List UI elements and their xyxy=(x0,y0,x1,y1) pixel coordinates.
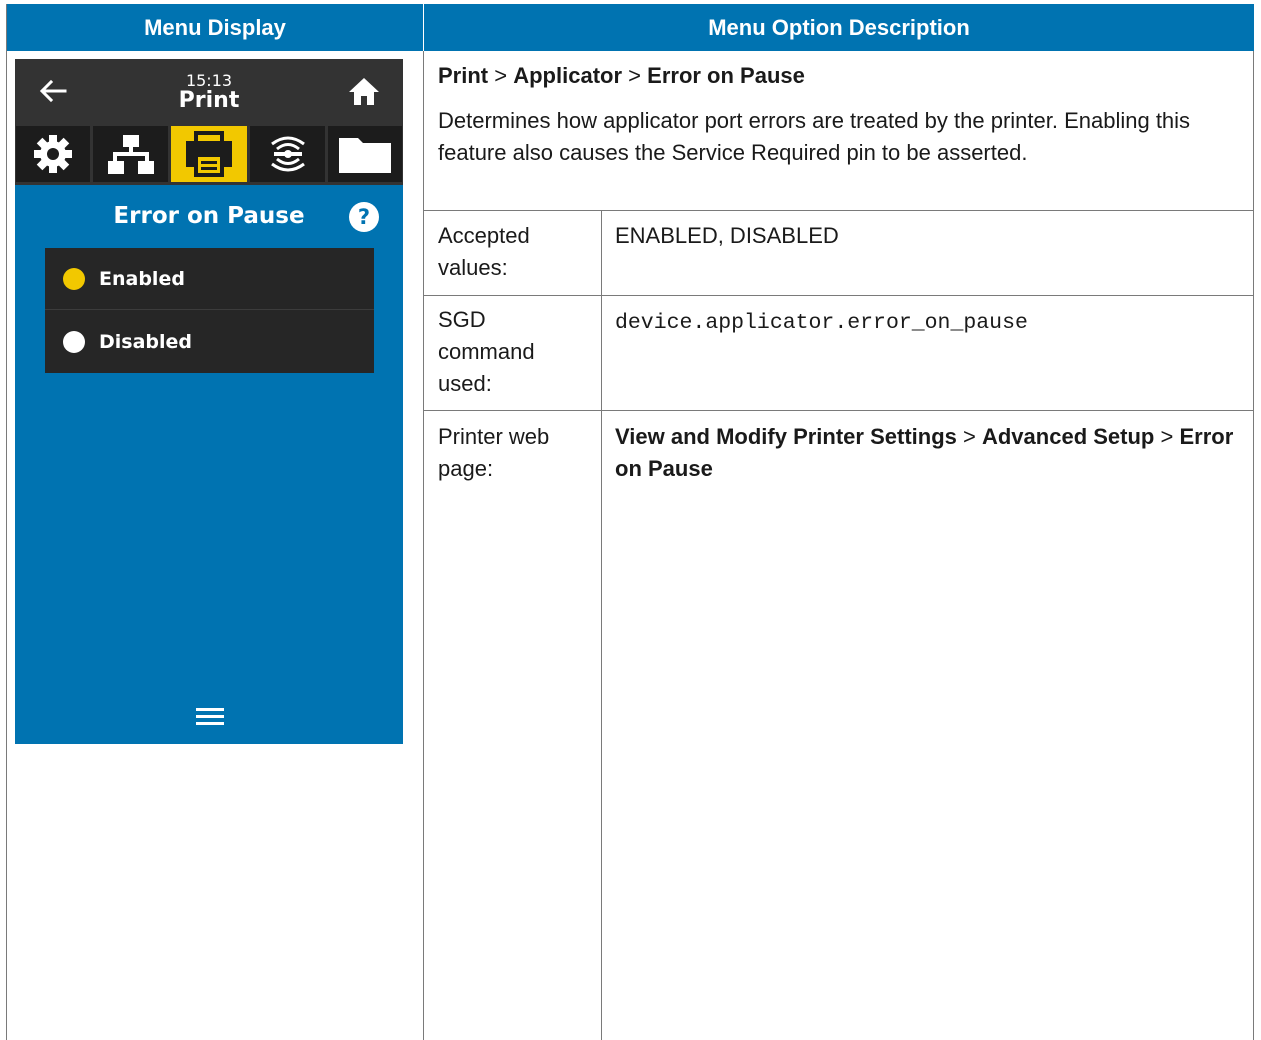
tab-network[interactable] xyxy=(93,126,168,182)
label-value-divider xyxy=(601,210,602,1040)
path-separator: > xyxy=(628,63,642,88)
column-divider xyxy=(423,51,424,1040)
row-divider-2 xyxy=(423,295,1254,296)
option-enabled[interactable]: Enabled xyxy=(45,248,374,310)
option-label: Enabled xyxy=(99,267,185,290)
help-icon[interactable]: ? xyxy=(348,201,380,233)
menu-path: Print > Applicator > Error on Pause xyxy=(438,63,805,89)
network-icon xyxy=(107,135,154,174)
row-divider-1 xyxy=(423,210,1254,211)
printer-web-page-path: View and Modify Printer Settings > Advan… xyxy=(615,421,1245,485)
option-label: Disabled xyxy=(99,330,193,353)
path-applicator: Applicator xyxy=(513,63,623,88)
web-path-view-modify: View and Modify Printer Settings xyxy=(615,424,957,449)
path-separator: > xyxy=(1160,424,1174,449)
gear-icon xyxy=(34,135,72,173)
row-divider-3 xyxy=(423,410,1254,411)
tab-settings[interactable] xyxy=(16,126,90,182)
tab-storage[interactable] xyxy=(328,126,402,182)
accepted-values-label: Accepted values: xyxy=(438,223,530,280)
header-divider xyxy=(423,4,424,51)
screen-title: Print xyxy=(178,88,240,113)
tab-wireless[interactable] xyxy=(250,126,325,182)
path-separator: > xyxy=(963,424,976,449)
printer-web-page-label: Printer web page: xyxy=(438,424,550,481)
accepted-values: ENABLED, DISABLED xyxy=(615,223,839,248)
menu-option-description-header: Menu Option Description xyxy=(424,4,1254,51)
sgd-command-label: SGD command used: xyxy=(438,307,535,396)
hamburger-menu-icon[interactable] xyxy=(196,706,224,728)
option-disabled[interactable]: Disabled xyxy=(45,310,374,373)
path-separator: > xyxy=(494,63,508,88)
menu-display-header: Menu Display xyxy=(7,4,423,51)
sgd-command: device.applicator.error_on_pause xyxy=(615,311,1028,335)
web-path-advanced-setup: Advanced Setup xyxy=(981,424,1155,449)
printer-icon xyxy=(186,131,232,177)
radio-unselected-icon xyxy=(63,330,85,353)
home-icon[interactable] xyxy=(347,75,381,107)
menu-tabs xyxy=(15,123,403,185)
path-error-on-pause: Error on Pause xyxy=(647,63,805,88)
wireless-icon xyxy=(270,136,305,172)
path-print: Print xyxy=(438,63,489,88)
option-description: Determines how applicator port errors ar… xyxy=(438,108,1191,165)
option-list: Enabled Disabled xyxy=(45,248,374,373)
tab-print[interactable] xyxy=(171,126,247,182)
printer-screen: 15:13 Print Error on Pause ? Enabled Dis… xyxy=(15,59,403,744)
folder-icon xyxy=(339,138,391,173)
svg-text:?: ? xyxy=(358,205,370,229)
radio-selected-icon xyxy=(63,267,85,290)
top-bar: 15:13 Print xyxy=(15,59,403,123)
panel-title: Error on Pause xyxy=(113,203,305,229)
